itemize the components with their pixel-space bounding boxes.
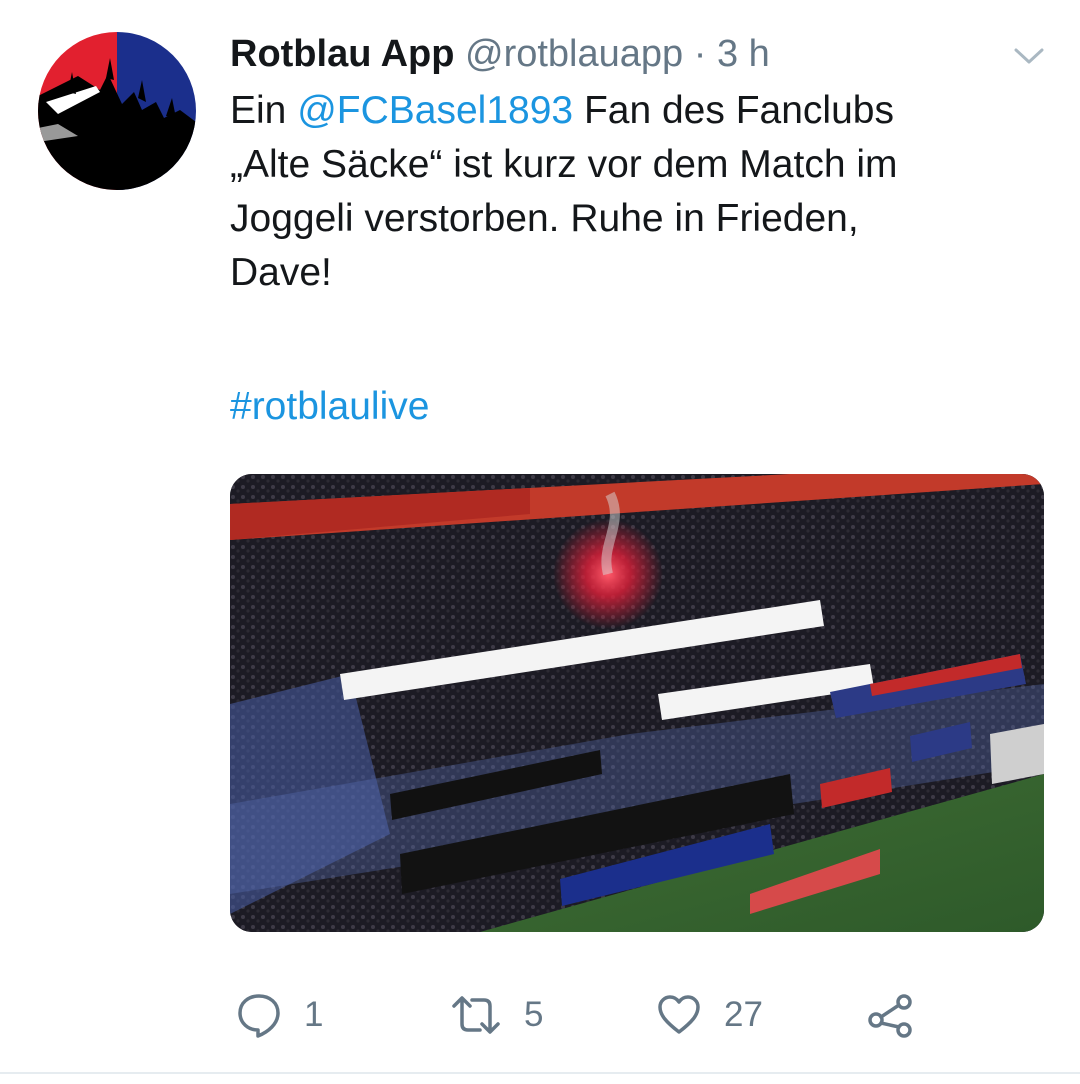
author-name[interactable]: Rotblau App (230, 33, 454, 75)
tweet-text-line-1: Ein @FCBasel1893 Fan des Fanclubs (230, 84, 1030, 138)
tweet-text-line-4: Dave! (230, 251, 332, 294)
text-line1-suffix: Fan des Fanclubs (573, 89, 894, 132)
like-count: 27 (724, 995, 763, 1034)
timestamp[interactable]: 3 h (717, 33, 770, 75)
divider (0, 1072, 1080, 1074)
reply-icon (238, 994, 280, 1038)
tweet-text-line-3: Joggeli verstorben. Ruhe in Frieden, (230, 197, 859, 240)
share-button[interactable] (866, 985, 916, 1045)
stadium-photo-icon (230, 474, 1044, 932)
mention-link[interactable]: @FCBasel1893 (297, 89, 573, 132)
tweet-media-photo[interactable] (230, 474, 1044, 932)
hashtag-link[interactable]: #rotblaulive (230, 380, 429, 434)
text-prefix: Ein (230, 89, 298, 132)
fcb-fan-avatar-icon (38, 32, 196, 190)
retweet-button[interactable]: 5 (450, 985, 543, 1045)
separator-dot: · (693, 33, 707, 75)
reply-button[interactable]: 1 (236, 985, 323, 1045)
tweet-header: Rotblau App @rotblauapp · 3 h (230, 30, 770, 78)
retweet-icon (452, 996, 500, 1034)
tweet-actions: 1 5 27 (0, 985, 1080, 1045)
avatar[interactable] (38, 32, 196, 190)
like-button[interactable]: 27 (656, 985, 763, 1045)
author-handle[interactable]: @rotblauapp (465, 33, 683, 75)
tweet-text: Ein @FCBasel1893 Fan des Fanclubs „Alte … (230, 84, 1030, 300)
reply-count: 1 (304, 995, 324, 1034)
tweet-text-line-2: „Alte Säcke“ ist kurz vor dem Match im (230, 143, 898, 186)
share-icon (868, 994, 912, 1038)
retweet-count: 5 (524, 995, 544, 1034)
chevron-down-icon[interactable] (1012, 44, 1046, 68)
heart-icon (658, 995, 700, 1034)
